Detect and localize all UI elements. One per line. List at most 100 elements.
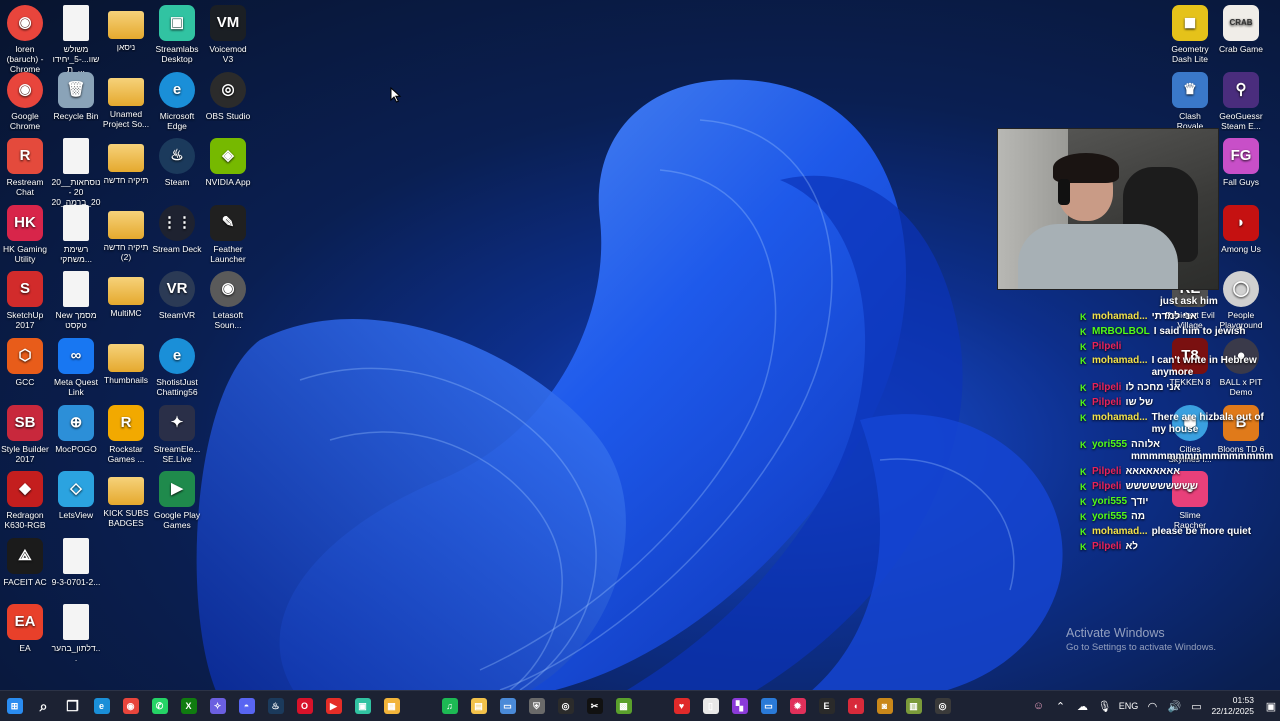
window-app-icon[interactable]: ▭ xyxy=(493,691,522,721)
desktop-icon[interactable]: רשימת משחקי... xyxy=(51,204,101,264)
heart-app-icon[interactable]: ♥ xyxy=(667,691,696,721)
desktop-icon[interactable]: ◆ Redragon K630-RGB xyxy=(0,471,50,530)
desktop-icon[interactable]: 🗑 Recycle Bin xyxy=(51,71,101,121)
shield-icon[interactable]: ⛨ xyxy=(522,691,551,721)
epic-games-icon[interactable]: E xyxy=(812,691,841,721)
desktop-icon[interactable]: ✦ StreamEle... SE.Live xyxy=(152,404,202,464)
desktop-icon[interactable]: 9-3-0701-2... xyxy=(51,537,101,587)
desktop-icon[interactable]: ♨ Steam xyxy=(152,138,202,187)
desktop-icon[interactable]: ◇ LetsView xyxy=(51,471,101,520)
desktop-icon[interactable]: ⟁ FACEIT AC xyxy=(0,537,50,587)
obs-taskbar-icon[interactable]: ◎ xyxy=(551,691,580,721)
blank-app-2-icon[interactable] xyxy=(638,691,667,721)
desktop-icon[interactable]: FG Fall Guys xyxy=(1216,138,1266,187)
desktop-icon[interactable]: MultiMC xyxy=(101,271,151,318)
streamelements-icon: ✦ xyxy=(159,404,195,441)
onedrive-icon[interactable]: ☁ xyxy=(1071,700,1093,713)
opera-icon[interactable]: O xyxy=(290,691,319,721)
capcut-icon[interactable]: ✂ xyxy=(580,691,609,721)
store-icon[interactable]: ▦ xyxy=(377,691,406,721)
desktop-icon[interactable]: ניסאן xyxy=(101,5,151,52)
desktop-icon[interactable]: ◎ OBS Studio xyxy=(203,71,253,121)
edge-taskbar-icon[interactable]: e xyxy=(87,691,116,721)
browser-window-icon-glyph: ▭ xyxy=(760,698,777,714)
desktop-icon[interactable]: ▣ Streamlabs Desktop xyxy=(152,5,202,64)
notification-icon[interactable]: ▣ xyxy=(1262,700,1280,713)
desktop-icon[interactable]: New מסמך טקסט xyxy=(51,271,101,330)
game-controller-icon[interactable]: ◙ xyxy=(870,691,899,721)
blank-app-icon[interactable] xyxy=(406,691,435,721)
desktop-icon[interactable]: תיקיה חדשה xyxy=(101,138,151,185)
spotify-icon[interactable]: ♫ xyxy=(435,691,464,721)
desktop-icon[interactable]: תיקיה חדשה (2) xyxy=(101,205,151,262)
search-icon[interactable]: ⌕ xyxy=(29,691,58,721)
desktop-icon[interactable]: EA EA xyxy=(0,604,50,653)
folder-icon xyxy=(108,477,144,506)
desktop-icon[interactable]: 20_נוסחאות_20 - 20_ברמה_20... xyxy=(51,138,101,207)
kick-badge-icon: K xyxy=(1080,398,1087,408)
desktop-icon-label: Microsoft Edge xyxy=(159,110,195,131)
red-app-icon[interactable]: ◖ xyxy=(841,691,870,721)
browser-window-icon[interactable]: ▭ xyxy=(754,691,783,721)
tray-avatar-icon[interactable]: ☺ xyxy=(1027,700,1049,712)
chrome-taskbar-icon[interactable]: ◉ xyxy=(116,691,145,721)
desktop-icon[interactable]: ⚲ GeoGuessr Steam E... xyxy=(1216,71,1266,131)
desktop-icon[interactable]: Thumbnails xyxy=(101,338,151,385)
task-view-icon[interactable]: ❐ xyxy=(58,691,87,721)
youtube-icon[interactable]: ▶ xyxy=(319,691,348,721)
microphone-icon[interactable]: 🎙 xyxy=(1093,700,1115,713)
desktop-icon[interactable]: ◉ Google Chrome xyxy=(0,71,50,131)
volume-icon[interactable]: 🔊 xyxy=(1163,700,1185,713)
desktop-icon[interactable]: ⋮⋮ Stream Deck xyxy=(152,204,202,254)
desktop-icon-label: FACEIT AC xyxy=(3,576,47,587)
whatsapp-icon[interactable]: ✆ xyxy=(145,691,174,721)
desktop-icon[interactable]: ◈ NVIDIA App xyxy=(203,138,253,187)
chat-message: K Pilpeli של שו xyxy=(1080,397,1270,409)
desktop-icon[interactable]: HK HK Gaming Utility xyxy=(0,204,50,264)
xbox-icon[interactable]: X xyxy=(174,691,203,721)
desktop-icon[interactable]: CRAB Crab Game xyxy=(1216,5,1266,54)
desktop-icon[interactable]: משולש שוו...-5_יחידות_... xyxy=(51,5,101,74)
desktop-icon[interactable]: KICK SUBS BADGES xyxy=(101,471,151,528)
desktop-icon[interactable]: ⊕ MocPOGO xyxy=(51,404,101,454)
streamlabs-taskbar-icon[interactable]: ▣ xyxy=(348,691,377,721)
desktop-icon[interactable]: ▶ Google Play Games xyxy=(152,471,202,530)
discord-icon[interactable]: ◓ xyxy=(232,691,261,721)
desktop-icon[interactable]: e ShotistJust Chatting56 xyxy=(152,338,202,397)
clock[interactable]: 01:53 22/12/2025 xyxy=(1211,695,1254,717)
desktop-icon[interactable]: ⬡ GCC xyxy=(0,338,50,387)
desktop-icon[interactable]: e Microsoft Edge xyxy=(152,71,202,131)
obs-active-icon[interactable]: ◎ xyxy=(928,691,957,721)
desktop-icon[interactable]: ♛ Clash Royale xyxy=(1165,71,1215,131)
desktop-icon[interactable]: ∞ Meta Quest Link xyxy=(51,338,101,397)
desktop-icon[interactable]: ◉ loren (baruch) - Chrome xyxy=(0,5,50,74)
geometry-dash-icon: ◼ xyxy=(1172,5,1208,41)
wifi-icon[interactable]: ◠ xyxy=(1141,700,1163,713)
desktop-icon[interactable]: SB Style Builder 2017 xyxy=(0,404,50,464)
desktop-icon[interactable]: ◗ Among Us xyxy=(1216,204,1266,254)
steam-taskbar-icon[interactable]: ♨ xyxy=(261,691,290,721)
desktop-icon[interactable]: S SketchUp 2017 xyxy=(0,271,50,330)
copilot-icon[interactable]: ✧ xyxy=(203,691,232,721)
clapper-icon[interactable]: ▚ xyxy=(725,691,754,721)
desktop-icon[interactable]: Unamed Project So... xyxy=(101,72,151,129)
desktop-icon[interactable]: R Restream Chat xyxy=(0,138,50,197)
start-glyph: ⊞ xyxy=(6,698,23,714)
document-taskbar-icon[interactable]: ▯ xyxy=(696,691,725,721)
chevron-up-icon[interactable]: ⌃ xyxy=(1049,700,1071,713)
minecraft-icon[interactable]: ▩ xyxy=(609,691,638,721)
desktop-icon[interactable]: ✎ Feather Launcher xyxy=(203,204,253,264)
desktop-icon[interactable]: R Rockstar Games ... xyxy=(101,404,151,464)
chat-username: mohamad... xyxy=(1092,412,1148,423)
desktop-icon[interactable]: דלתון_בהער... xyxy=(51,604,101,663)
desktop-icon[interactable]: ◼ Geometry Dash Lite xyxy=(1165,5,1215,64)
gear-red-icon[interactable]: ✹ xyxy=(783,691,812,721)
desktop-icon[interactable]: ◉ Letasoft Soun... xyxy=(203,271,253,330)
desktop-icon[interactable]: VM Voicemod V3 xyxy=(203,5,253,64)
language-indicator[interactable]: ENG xyxy=(1115,701,1141,711)
start-button[interactable]: ⊞ xyxy=(0,691,29,721)
folder-green-icon[interactable]: ▥ xyxy=(899,691,928,721)
file-explorer-icon[interactable]: ▤ xyxy=(464,691,493,721)
desktop-icon[interactable]: VR SteamVR xyxy=(152,271,202,320)
battery-icon[interactable]: ▭ xyxy=(1185,700,1207,713)
